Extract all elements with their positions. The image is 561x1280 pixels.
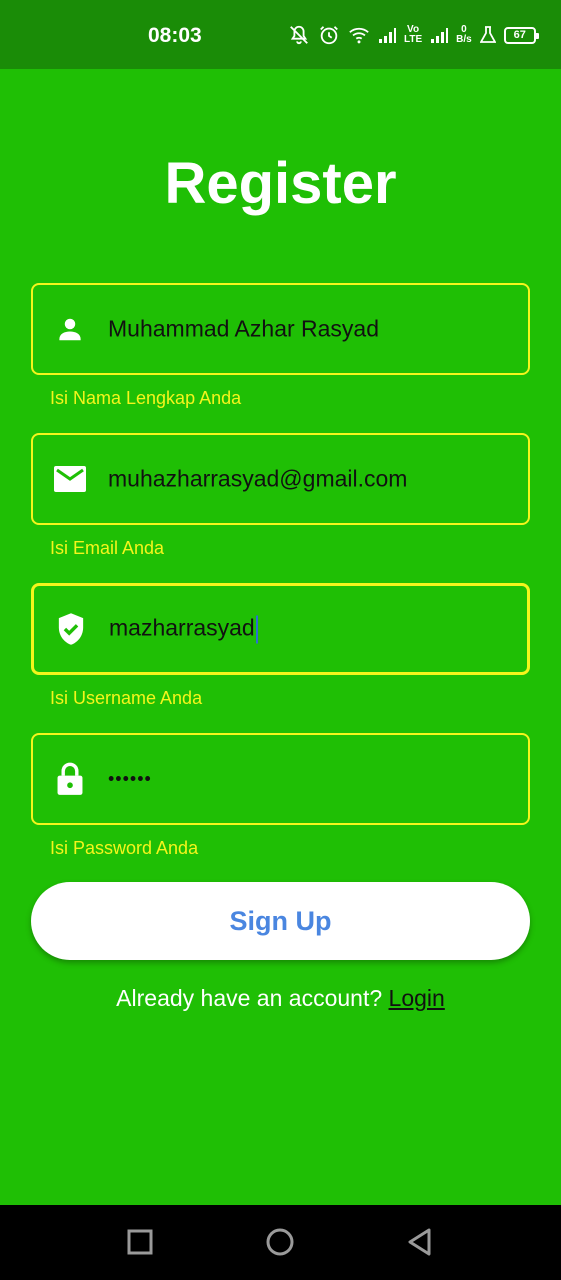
alarm-icon [318, 24, 340, 46]
navigation-bar [0, 1205, 561, 1280]
volte-label-bottom: LTE [404, 34, 423, 45]
username-text: mazharrasyad [109, 614, 255, 641]
full-name-value: Muhammad Azhar Rasyad [108, 315, 380, 342]
email-hint: Isi Email Anda [50, 538, 165, 558]
wifi-icon [348, 25, 370, 45]
signal-icon [378, 26, 396, 44]
login-row: Already have an account? Login [0, 985, 561, 1012]
home-icon[interactable] [265, 1227, 295, 1257]
mail-icon [53, 462, 87, 496]
shield-check-icon [54, 612, 88, 646]
lock-icon [53, 762, 87, 796]
status-bar: 08:03 Vo LTE 0 B/s 67 [0, 0, 561, 69]
full-name-hint: Isi Nama Lengkap Anda [50, 388, 242, 408]
sign-up-button[interactable]: Sign Up [31, 882, 530, 960]
text-caret [255, 615, 258, 644]
username-value: mazharrasyad [109, 615, 258, 644]
person-icon [53, 312, 87, 346]
password-hint: Isi Password Anda [50, 838, 199, 858]
lab-flask-icon [479, 26, 496, 44]
login-prompt: Already have an account? [116, 985, 383, 1011]
email-value: muhazharrasyad@gmail.com [108, 465, 408, 492]
signal-icon [430, 26, 449, 44]
password-field[interactable]: •••••• [31, 733, 530, 825]
login-link[interactable]: Login [389, 985, 445, 1011]
back-icon[interactable] [405, 1227, 435, 1257]
username-hint: Isi Username Anda [50, 688, 203, 708]
page-title: Register [164, 151, 397, 216]
status-time: 08:03 [148, 24, 202, 47]
recent-apps-icon[interactable] [125, 1227, 155, 1257]
status-icons: Vo LTE 0 B/s 67 [288, 20, 539, 50]
password-value: •••••• [108, 768, 152, 789]
volte-icon: Vo LTE [404, 25, 422, 45]
username-field[interactable]: mazharrasyad [31, 583, 530, 675]
full-name-field[interactable]: Muhammad Azhar Rasyad [31, 283, 530, 375]
battery-icon: 67 [503, 26, 539, 44]
battery-level: 67 [513, 29, 526, 41]
net-speed: 0 B/s [456, 25, 472, 45]
net-speed-unit: B/s [456, 34, 472, 45]
email-field[interactable]: muhazharrasyad@gmail.com [31, 433, 530, 525]
mute-bell-icon [288, 24, 310, 46]
